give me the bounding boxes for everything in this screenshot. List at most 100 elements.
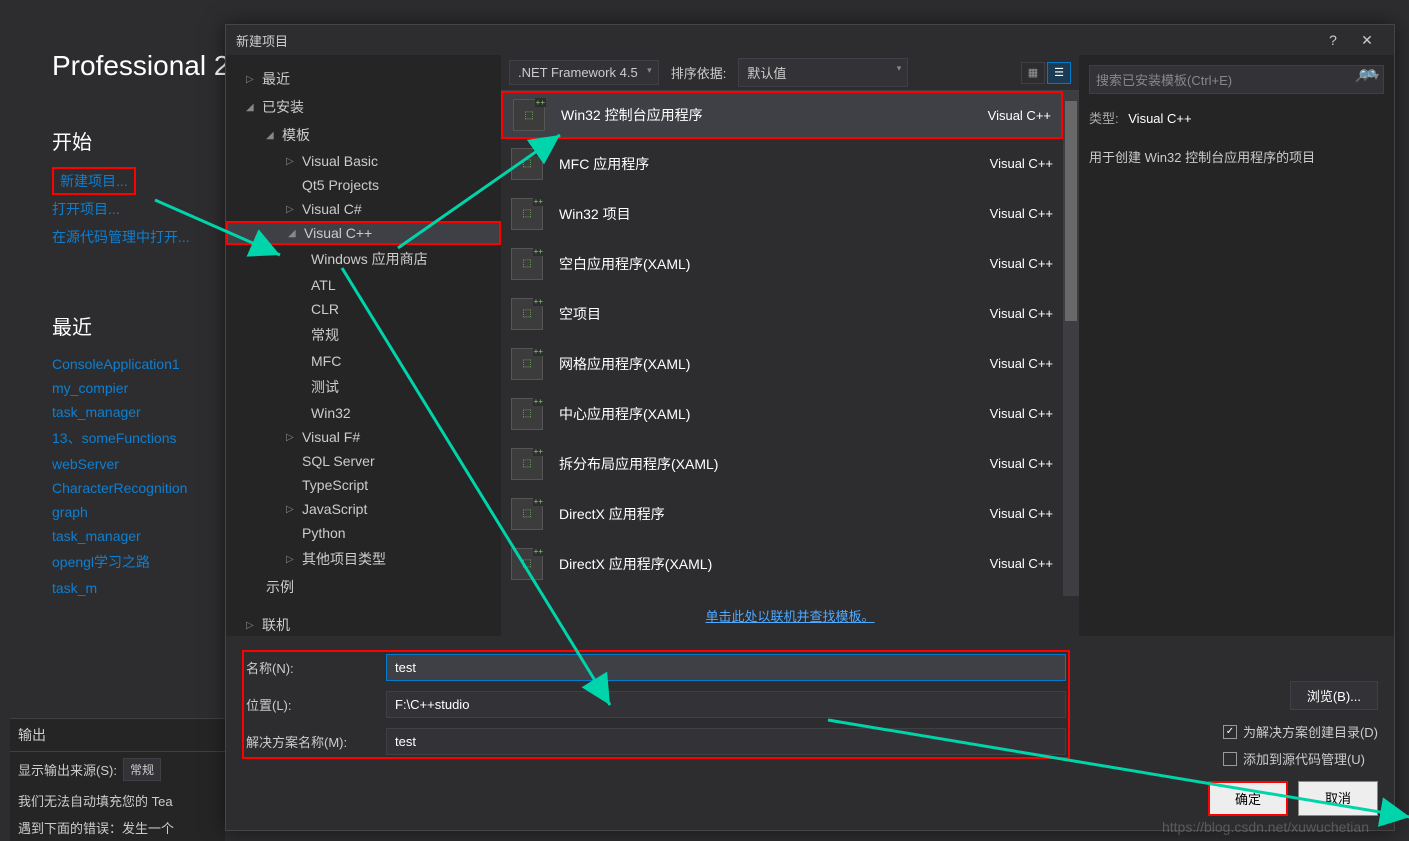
template-row[interactable]: ⬚ 中心应用程序(XAML) Visual C++	[501, 389, 1063, 439]
template-icon: ⬚	[511, 498, 543, 530]
tree-vcpp[interactable]: ◢Visual C++	[226, 221, 501, 245]
template-row[interactable]: ⬚ 拆分布局应用程序(XAML) Visual C++	[501, 439, 1063, 489]
list-view-icon[interactable]: ☰	[1047, 62, 1071, 84]
view-toggle: ▦ ☰	[1021, 62, 1071, 84]
template-icon: ⬚	[513, 99, 545, 131]
tree-vfs[interactable]: ▷Visual F#	[226, 425, 501, 449]
template-name: DirectX 应用程序	[559, 504, 990, 524]
recent-item[interactable]: 13、someFunctions	[52, 424, 205, 452]
template-name: Win32 控制台应用程序	[561, 105, 988, 125]
template-row[interactable]: ⬚ DLL (Windows 应用商店应用) Visual C++	[501, 589, 1063, 596]
scrollbar[interactable]	[1063, 91, 1079, 596]
output-source-label: 显示输出来源(S):	[18, 760, 117, 779]
recent-item[interactable]: ConsoleApplication1	[52, 352, 205, 376]
template-row[interactable]: ⬚ 网格应用程序(XAML) Visual C++	[501, 339, 1063, 389]
recent-item[interactable]: CharacterRecognition	[52, 476, 205, 500]
tree-samples[interactable]: 示例	[226, 573, 501, 601]
template-row[interactable]: ⬚ MFC 应用程序 Visual C++	[501, 139, 1063, 189]
tree-js[interactable]: ▷JavaScript	[226, 497, 501, 521]
online-search-anchor[interactable]: 单击此处以联机并查找模板。	[705, 609, 874, 624]
online-search-link: 单击此处以联机并查找模板。	[501, 596, 1079, 636]
recent-item[interactable]: graph	[52, 500, 205, 524]
template-icon: ⬚	[511, 298, 543, 330]
tree-recent[interactable]: ▷最近	[226, 65, 501, 93]
close-button[interactable]: ✕	[1350, 32, 1384, 49]
tree-winstore[interactable]: Windows 应用商店	[226, 245, 501, 273]
add-source-control-checkbox[interactable]: 添加到源代码管理(U)	[1223, 749, 1378, 768]
solution-name-input[interactable]: test	[386, 728, 1066, 755]
detail-panel: 搜索已安装模板(Ctrl+E) 🔎 ▾ 类型: Visual C++ 用于创建 …	[1079, 55, 1394, 636]
tree-templates[interactable]: ◢模板	[226, 121, 501, 149]
dialog-title: 新建项目	[236, 31, 1316, 50]
template-row[interactable]: ⬚ 空白应用程序(XAML) Visual C++	[501, 239, 1063, 289]
tree-vcs[interactable]: ▷Visual C#	[226, 197, 501, 221]
tree-online[interactable]: ▷联机	[226, 611, 501, 636]
tree-test[interactable]: 测试	[226, 373, 501, 401]
browse-button[interactable]: 浏览(B)...	[1290, 681, 1378, 710]
template-panel: .NET Framework 4.5 排序依据: 默认值 ▦ ☰ ⬚ Win32…	[501, 55, 1079, 636]
framework-dropdown[interactable]: .NET Framework 4.5	[509, 60, 659, 85]
recent-item[interactable]: my_compier	[52, 376, 205, 400]
template-icon: ⬚	[511, 348, 543, 380]
tree-sql[interactable]: SQL Server	[226, 449, 501, 473]
template-name: 空项目	[559, 304, 990, 324]
help-button[interactable]: ?	[1316, 32, 1350, 48]
tree-qt5[interactable]: Qt5 Projects	[226, 173, 501, 197]
open-project-link[interactable]: 打开项目...	[52, 195, 205, 223]
tree-atl[interactable]: ATL	[226, 273, 501, 297]
template-row[interactable]: ⬚ DirectX 应用程序(XAML) Visual C++	[501, 539, 1063, 589]
template-row[interactable]: ⬚ Win32 项目 Visual C++	[501, 189, 1063, 239]
template-row[interactable]: ⬚ 空项目 Visual C++	[501, 289, 1063, 339]
location-input[interactable]: F:\C++studio	[386, 691, 1066, 718]
template-lang: Visual C++	[990, 306, 1053, 321]
template-name: MFC 应用程序	[559, 154, 990, 174]
checkbox-icon	[1223, 725, 1237, 739]
sort-label: 排序依据:	[667, 63, 731, 82]
grid-view-icon[interactable]: ▦	[1021, 62, 1045, 84]
tree-vb[interactable]: ▷Visual Basic	[226, 149, 501, 173]
tree-other[interactable]: ▷其他项目类型	[226, 545, 501, 573]
output-line: 我们无法自动填充您的 Tea	[10, 787, 225, 814]
tree-common[interactable]: 常规	[226, 321, 501, 349]
solution-name-label: 解决方案名称(M):	[246, 732, 376, 751]
tree-ts[interactable]: TypeScript	[226, 473, 501, 497]
template-icon: ⬚	[511, 148, 543, 180]
template-lang: Visual C++	[990, 556, 1053, 571]
cancel-button[interactable]: 取消	[1298, 781, 1378, 816]
detail-description: 用于创建 Win32 控制台应用程序的项目	[1089, 147, 1384, 166]
tree-clr[interactable]: CLR	[226, 297, 501, 321]
ok-button[interactable]: 确定	[1208, 781, 1288, 816]
template-lang: Visual C++	[990, 206, 1053, 221]
output-source-row: 显示输出来源(S): 常规	[10, 752, 225, 787]
sort-dropdown[interactable]: 默认值	[738, 58, 908, 87]
recent-item[interactable]: task_manager	[52, 524, 205, 548]
output-line: 遇到下面的错误：发生一个	[10, 814, 225, 841]
output-source-select[interactable]: 常规	[123, 758, 161, 781]
name-input[interactable]: test	[386, 654, 1066, 681]
template-name: 空白应用程序(XAML)	[559, 254, 990, 274]
tree-installed[interactable]: ◢已安装	[226, 93, 501, 121]
new-project-link[interactable]: 新建项目...	[52, 167, 136, 195]
search-input[interactable]: 搜索已安装模板(Ctrl+E) 🔎 ▾	[1089, 65, 1384, 94]
recent-item[interactable]: webServer	[52, 452, 205, 476]
template-name: 中心应用程序(XAML)	[559, 404, 990, 424]
template-row[interactable]: ⬚ DirectX 应用程序 Visual C++	[501, 489, 1063, 539]
recent-heading: 最近	[52, 311, 205, 340]
tree-win32[interactable]: Win32	[226, 401, 501, 425]
recent-item[interactable]: opengl学习之路	[52, 548, 205, 576]
tree-mfc[interactable]: MFC	[226, 349, 501, 373]
dialog-body: ▷最近 ◢已安装 ◢模板 ▷Visual Basic Qt5 Projects …	[226, 55, 1394, 636]
recent-item[interactable]: task_m	[52, 576, 205, 600]
template-row[interactable]: ⬚ Win32 控制台应用程序 Visual C++	[501, 91, 1063, 139]
tree-py[interactable]: Python	[226, 521, 501, 545]
start-heading: 开始	[52, 126, 205, 155]
template-lang: Visual C++	[988, 108, 1051, 123]
category-tree: ▷最近 ◢已安装 ◢模板 ▷Visual Basic Qt5 Projects …	[226, 55, 501, 636]
recent-list: ConsoleApplication1my_compiertask_manage…	[52, 352, 205, 600]
open-source-control-link[interactable]: 在源代码管理中打开...	[52, 223, 205, 251]
create-dir-checkbox[interactable]: 为解决方案创建目录(D)	[1223, 722, 1378, 741]
start-page: Professional 2 开始 新建项目... 打开项目... 在源代码管理…	[0, 0, 225, 841]
scrollbar-thumb[interactable]	[1065, 101, 1077, 321]
template-icon: ⬚	[511, 448, 543, 480]
recent-item[interactable]: task_manager	[52, 400, 205, 424]
